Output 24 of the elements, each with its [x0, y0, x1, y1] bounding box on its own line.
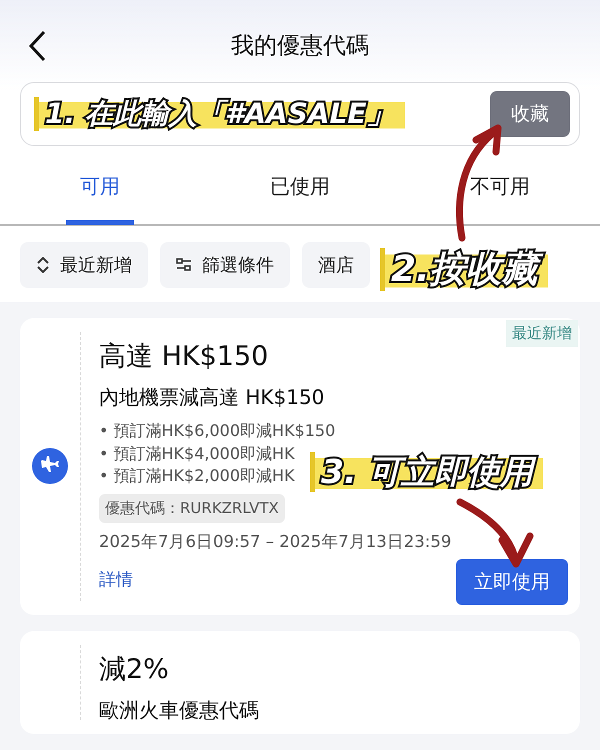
- coupon-subtitle: 歐洲火車優惠代碼: [99, 696, 259, 724]
- tab[interactable]: 已使用: [256, 173, 344, 225]
- details-link[interactable]: 詳情: [99, 568, 133, 590]
- page-title: 我的優惠代碼: [231, 32, 369, 61]
- filter-chip[interactable]: 最近新增: [20, 242, 148, 288]
- condition-text: • 預訂滿HK$6,000即減HK$150: [99, 420, 336, 442]
- promo-code: 優惠代碼：RURKZRLVTX: [99, 494, 285, 522]
- coupon-title: 減2%: [99, 652, 169, 686]
- filter-chip[interactable]: 酒店: [302, 242, 370, 288]
- condition-text: • 預訂滿HK$4,000即減HK: [99, 442, 296, 464]
- sort-icon: [36, 257, 50, 273]
- annotation-caption: 1. 在此輸入「#AASALE」: [34, 97, 404, 131]
- filter-icon: [176, 258, 192, 272]
- coupon-title: 高達 HK$150: [99, 340, 268, 374]
- tab[interactable]: 不可用: [456, 173, 544, 225]
- use-now-button[interactable]: 立即使用: [456, 558, 568, 604]
- save-button[interactable]: 收藏: [490, 91, 570, 137]
- new-badge: 最近新增: [506, 320, 578, 347]
- coupon-subtitle: 內地機票減高達 HK$150: [99, 384, 324, 411]
- filter-chip[interactable]: 篩選條件: [160, 242, 290, 288]
- annotation-caption: 2.按收藏: [380, 248, 548, 292]
- airplane-icon: [32, 448, 68, 484]
- validity-period: 2025年7月6日09:57 – 2025年7月13日23:59: [99, 530, 452, 552]
- back-icon[interactable]: [28, 30, 46, 62]
